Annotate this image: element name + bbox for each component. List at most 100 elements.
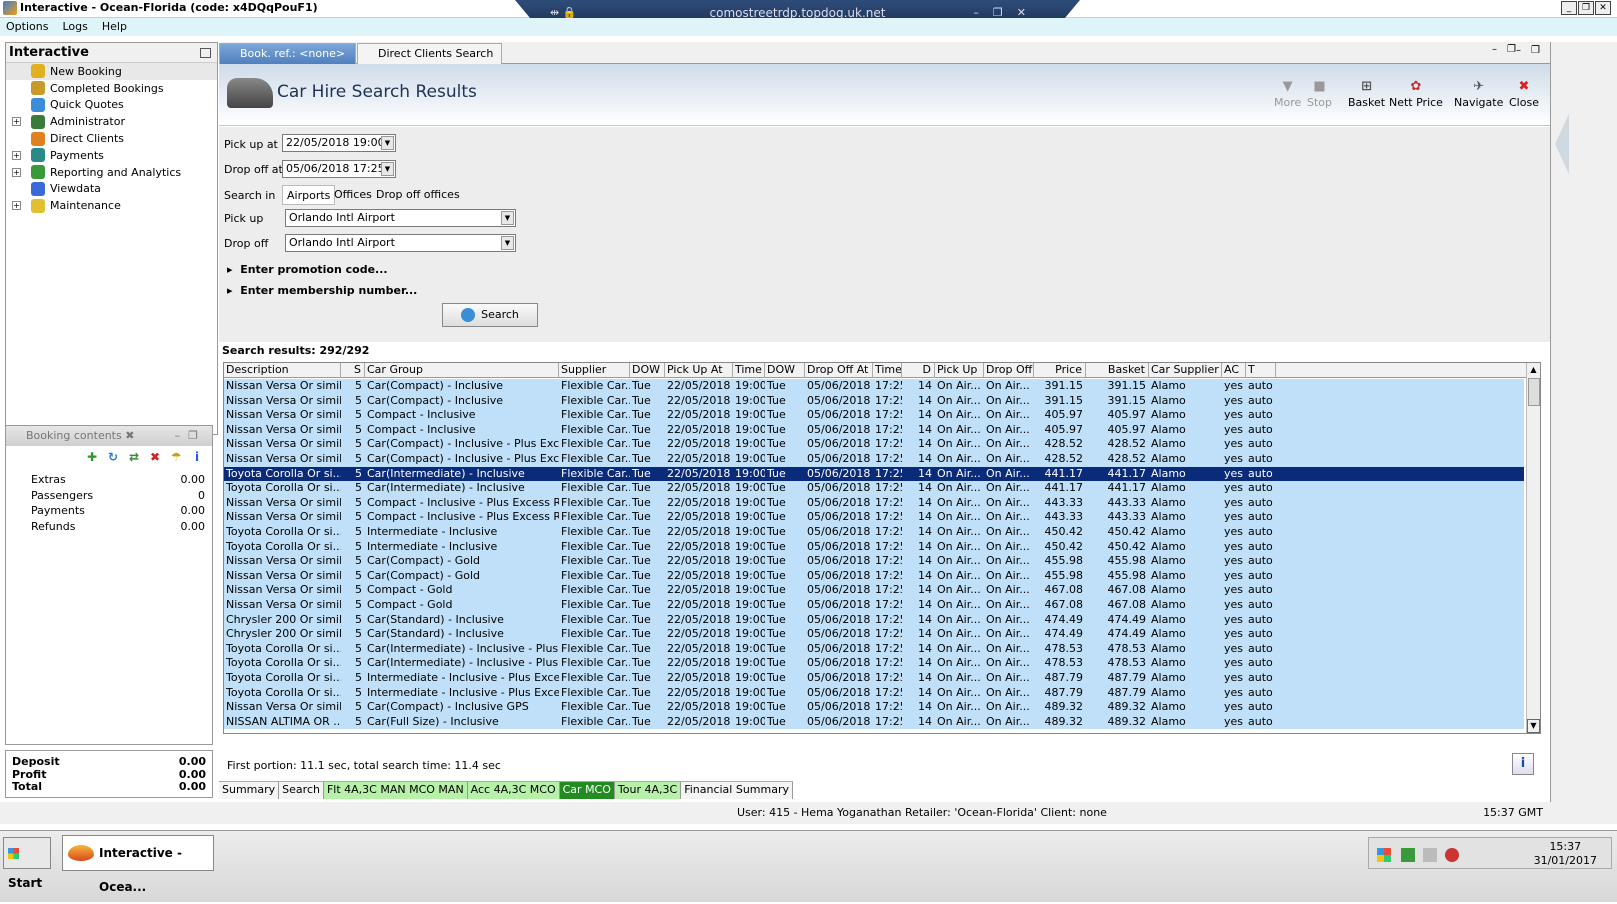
table-row[interactable]: Nissan Versa Or simil... 5 Car(Compact) - … xyxy=(224,554,1524,569)
table-row[interactable]: Nissan Versa Or simil... 5 Compact - Inclu… xyxy=(224,422,1524,438)
clock[interactable]: 15:37 31/01/2017 xyxy=(1534,840,1597,868)
search-button[interactable]: Search xyxy=(442,303,538,327)
calendar-dropdown-icon[interactable]: ▼ xyxy=(381,136,394,150)
navigate-button[interactable]: ✈ Navigate xyxy=(1454,80,1503,110)
chevron-down-icon[interactable]: ▼ xyxy=(501,236,514,250)
bottom-tab-car-mco[interactable]: Car MCO xyxy=(559,782,615,799)
table-row[interactable]: Toyota Corolla Or si... 5 Intermediate - I… xyxy=(224,525,1524,540)
dropoff-datetime-field[interactable]: 05/06/2018 17:25 ▼ xyxy=(282,160,396,178)
battery-icon[interactable] xyxy=(1401,848,1415,862)
vertical-scrollbar[interactable]: ▲ ▼ xyxy=(1526,363,1540,733)
column-header-time[interactable]: Time xyxy=(873,363,902,378)
windows-flag-icon[interactable] xyxy=(1377,848,1391,862)
column-header-car-group[interactable]: Car Group xyxy=(365,363,559,378)
expand-icon[interactable]: + xyxy=(12,201,21,211)
delete-icon[interactable]: ✖ xyxy=(148,450,162,464)
bottom-tab-financial-summary[interactable]: Financial Summary xyxy=(681,782,794,799)
table-row[interactable]: Nissan Versa Or simil... 5 Car(Compact) - … xyxy=(224,568,1524,584)
nav-item-viewdata[interactable]: Viewdata xyxy=(6,181,217,198)
chevron-down-icon[interactable]: ▼ xyxy=(501,211,514,225)
column-header-ac[interactable]: AC xyxy=(1222,363,1246,378)
table-row[interactable]: Nissan Versa Or simil... 5 Car(Compact) - … xyxy=(224,452,1524,467)
search-in-airports[interactable]: Airports xyxy=(282,185,336,205)
column-header-d[interactable]: D xyxy=(902,363,935,378)
table-row[interactable]: Nissan Versa Or simil... 5 Compact - Gold F… xyxy=(224,583,1524,598)
column-header-t[interactable]: T xyxy=(1246,363,1276,378)
table-row[interactable]: Toyota Corolla Or si... 5 Intermediate - I… xyxy=(224,539,1524,555)
table-row[interactable]: Toyota Corolla Or si... 5 Car(Intermediate… xyxy=(224,481,1524,496)
column-header-description[interactable]: Description xyxy=(224,363,341,378)
results-grid[interactable]: Description S Car Group Supplier DOW Pick Up … xyxy=(223,362,1541,734)
tab-direct-clients-search[interactable]: Direct Clients Search xyxy=(357,43,502,64)
volume-muted-icon[interactable] xyxy=(1445,848,1459,862)
bottom-tab-summary[interactable]: Summary xyxy=(219,782,280,799)
table-row[interactable]: Nissan Versa Or simil... 5 Compact - Gold F… xyxy=(224,598,1524,613)
search-in-offices[interactable]: Offices xyxy=(330,185,376,205)
taskbar-app-button[interactable]: Interactive - Ocea... xyxy=(62,835,214,894)
column-header-pick-up[interactable]: Pick Up xyxy=(935,363,984,378)
column-header-drop-off-at[interactable]: Drop Off At xyxy=(805,363,873,378)
membership-number-expander[interactable]: ▸ Enter membership number... xyxy=(227,284,417,297)
nett-price-button[interactable]: ✿ Nett Price xyxy=(1389,80,1443,110)
table-row[interactable]: Nissan Versa Or simil... 5 Compact - Inclu… xyxy=(224,408,1524,423)
restore-button[interactable]: ❐ xyxy=(1578,1,1594,15)
close-button[interactable]: ✖ Close xyxy=(1509,80,1539,110)
column-header-basket[interactable]: Basket xyxy=(1086,363,1149,378)
bottom-tab-acc-4a-3c-mco[interactable]: Acc 4A,3C MCO xyxy=(467,782,560,799)
info-button[interactable]: i xyxy=(1512,753,1534,775)
column-header-supplier[interactable]: Supplier xyxy=(559,363,630,378)
table-row[interactable]: Nissan Versa Or simil... 5 Car(Compact) - … xyxy=(224,700,1524,715)
nav-item-new-booking[interactable]: New Booking xyxy=(6,63,217,80)
nav-item-reporting-and-analytics[interactable]: + Reporting and Analytics xyxy=(6,164,217,181)
search-in-drop-off-offices[interactable]: Drop off offices xyxy=(372,185,464,205)
table-row[interactable]: Toyota Corolla Or si... 5 Intermediate - I… xyxy=(224,671,1524,686)
nav-item-maintenance[interactable]: + Maintenance xyxy=(6,197,217,214)
calendar-dropdown-icon[interactable]: ▼ xyxy=(381,162,394,176)
column-header-dow[interactable]: DOW xyxy=(630,363,665,378)
table-row[interactable]: Nissan Versa Or simil... 5 Car(Compact) - … xyxy=(224,379,1524,394)
table-row[interactable]: Toyota Corolla Or si... 5 Car(Intermediate… xyxy=(224,641,1524,657)
nav-item-direct-clients[interactable]: Direct Clients xyxy=(6,130,217,147)
table-row[interactable]: Chrysler 200 Or simil... 5 Car(Standard) -… xyxy=(224,612,1524,628)
scroll-up-icon[interactable]: ▲ xyxy=(1527,363,1540,377)
nav-item-completed-bookings[interactable]: Completed Bookings xyxy=(6,80,217,97)
table-row[interactable]: Nissan Versa Or simil... 5 Compact - Inclu… xyxy=(224,495,1524,511)
column-header-s[interactable]: S xyxy=(341,363,365,378)
pickup-location-select[interactable]: Orlando Intl Airport ▼ xyxy=(285,209,516,227)
column-header-price[interactable]: Price xyxy=(1034,363,1086,378)
nav-item-payments[interactable]: + Payments xyxy=(6,147,217,164)
table-row[interactable]: Chrysler 200 Or simil... 5 Car(Standard) -… xyxy=(224,627,1524,642)
refresh-icon[interactable]: ↻ xyxy=(106,450,120,464)
table-row[interactable]: Nissan Versa Or simil... 5 Compact - Inclu… xyxy=(224,510,1524,525)
column-header-dow[interactable]: DOW xyxy=(765,363,805,378)
bottom-tab-flt-4a-3c-man-mco-man[interactable]: Flt 4A,3C MAN MCO MAN xyxy=(323,782,468,799)
column-header-pick-up-at[interactable]: Pick Up At xyxy=(665,363,733,378)
close-window-button[interactable]: ✕ xyxy=(1595,1,1611,15)
tab-booking-ref[interactable]: Book. ref.: <none> ✖ xyxy=(219,43,356,80)
table-row[interactable]: NISSAN ALTIMA OR ... 5 Car(Full Size) - In… xyxy=(224,714,1524,730)
menu-item-help[interactable]: Help xyxy=(102,18,127,36)
column-header-time[interactable]: Time xyxy=(733,363,765,378)
expand-icon[interactable]: + xyxy=(12,167,21,177)
column-header-car-supplier[interactable]: Car Supplier xyxy=(1149,363,1222,378)
close-icon[interactable]: ✖ xyxy=(125,429,134,442)
expand-icon[interactable]: + xyxy=(12,150,21,160)
bottom-tab-search[interactable]: Search xyxy=(279,782,324,799)
info-icon[interactable]: i xyxy=(190,450,204,464)
table-row[interactable]: Toyota Corolla Or si... 5 Car(Intermediate… xyxy=(224,656,1524,671)
scroll-down-icon[interactable]: ▼ xyxy=(1527,719,1540,733)
add-icon[interactable]: ✚ xyxy=(85,450,99,464)
minimize-panel-icon[interactable] xyxy=(200,48,211,58)
scroll-thumb[interactable] xyxy=(1528,378,1540,406)
panel-controls[interactable]: –❐ xyxy=(175,426,206,446)
menu-item-options[interactable]: Options xyxy=(6,18,48,36)
network-icon[interactable] xyxy=(1423,848,1437,862)
table-row[interactable]: Toyota Corolla Or si... 5 Intermediate - I… xyxy=(224,685,1524,701)
more-button[interactable]: ▼ More xyxy=(1274,80,1301,110)
bottom-tab-tour-4a-3c[interactable]: Tour 4A,3C xyxy=(614,782,682,799)
nav-item-quick-quotes[interactable]: Quick Quotes xyxy=(6,97,217,114)
stop-button[interactable]: ■ Stop xyxy=(1307,80,1332,110)
table-row[interactable]: Nissan Versa Or simil... 5 Car(Compact) - … xyxy=(224,437,1524,452)
table-row[interactable]: Nissan Versa Or simil... 5 Car(Compact) - … xyxy=(224,393,1524,409)
column-header-drop-off[interactable]: Drop Off xyxy=(984,363,1034,378)
